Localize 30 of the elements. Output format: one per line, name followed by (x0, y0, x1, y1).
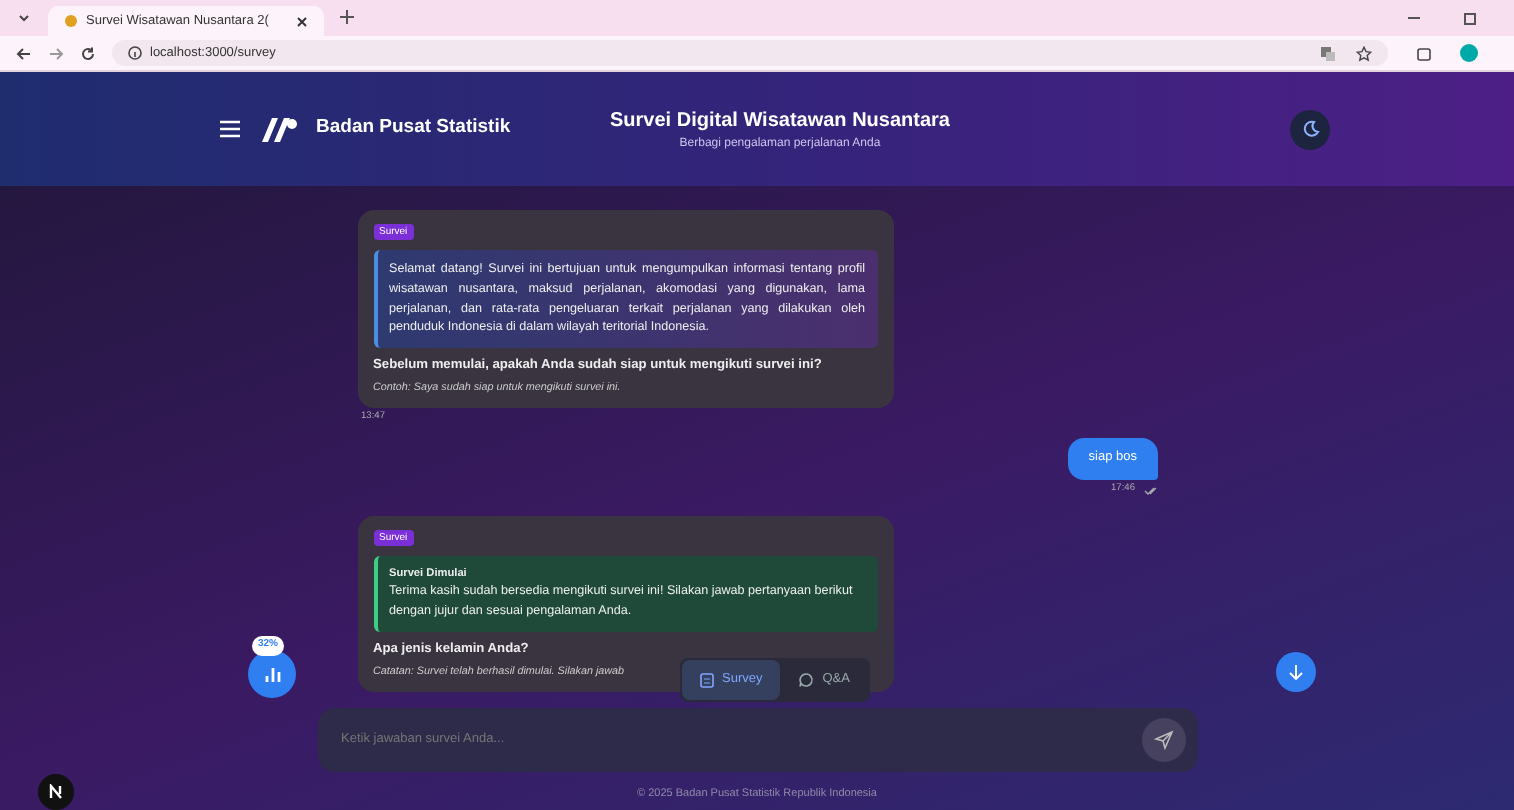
back-icon[interactable] (16, 45, 32, 61)
scroll-down-button[interactable] (1276, 652, 1316, 692)
brand-name: Badan Pusat Statistik (316, 114, 511, 143)
n-logo-icon (48, 783, 64, 800)
clipboard-icon (700, 671, 714, 688)
reload-icon[interactable] (80, 45, 96, 61)
logo-icon (256, 115, 300, 143)
send-icon (1153, 730, 1173, 750)
progress-button[interactable] (248, 650, 296, 698)
menu-icon[interactable] (220, 120, 240, 138)
chat-bubble-icon (798, 671, 815, 688)
arrow-down-icon (1288, 664, 1304, 680)
page-title: Survei Digital Wisatawan Nusantara (608, 107, 952, 135)
moon-icon (1301, 120, 1319, 138)
double-check-icon (1143, 485, 1157, 496)
tab-list-icon[interactable] (16, 10, 32, 26)
star-icon[interactable] (1356, 45, 1372, 61)
forward-icon[interactable] (48, 45, 64, 61)
restore-icon[interactable] (1462, 10, 1478, 26)
profile-avatar-icon[interactable] (1460, 44, 1478, 62)
favicon-icon (64, 14, 78, 28)
info-icon (128, 46, 142, 60)
theme-toggle-button[interactable] (1290, 109, 1330, 149)
nextjs-dev-button[interactable] (38, 774, 74, 810)
new-tab-icon[interactable] (340, 10, 354, 24)
close-icon[interactable] (296, 15, 308, 27)
extensions-icon[interactable] (1416, 45, 1432, 61)
bar-chart-icon (263, 666, 281, 682)
translate-icon[interactable] (1320, 45, 1336, 61)
send-button[interactable] (1141, 718, 1185, 762)
